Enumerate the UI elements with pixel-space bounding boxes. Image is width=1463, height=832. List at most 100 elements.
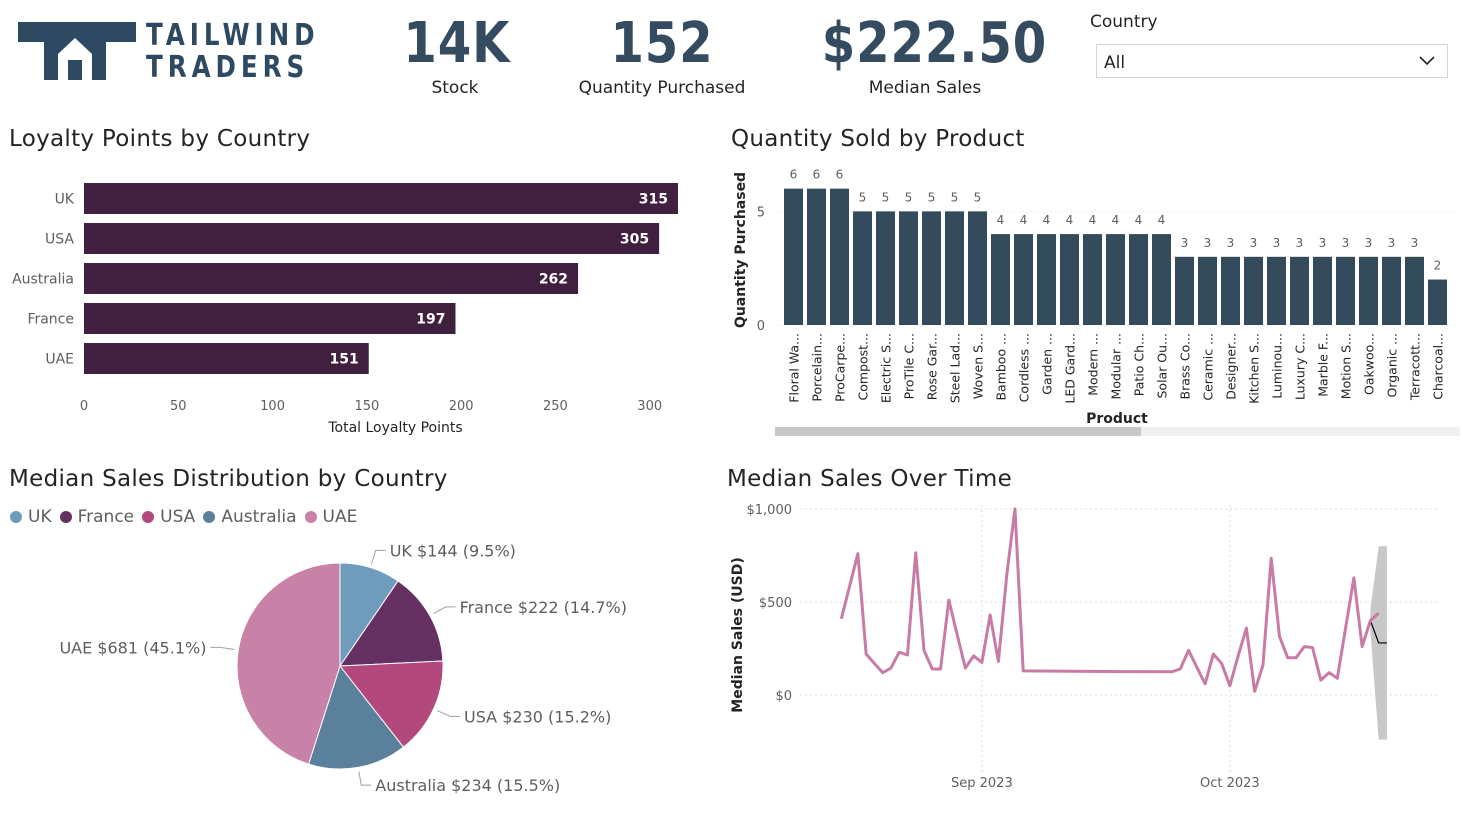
quantity-category-label: Bamboo ... xyxy=(994,333,1009,401)
quantity-scrollbar-thumb[interactable] xyxy=(775,427,1141,436)
quantity-bar[interactable] xyxy=(991,234,1010,325)
loyalty-data-label: 262 xyxy=(539,272,568,288)
kpi-median-value: $222.50 xyxy=(821,11,1048,76)
pie-legend-item[interactable]: USA xyxy=(142,507,195,527)
loyalty-bar[interactable] xyxy=(84,223,660,254)
quantity-data-label: 6 xyxy=(790,168,798,182)
quantity-bar[interactable] xyxy=(1244,256,1263,325)
pie-legend-item[interactable]: Australia xyxy=(203,507,297,527)
quantity-y-axis-title: Quantity Purchased xyxy=(733,172,749,328)
quantity-bar[interactable] xyxy=(899,211,918,325)
quantity-bar[interactable] xyxy=(853,211,872,325)
quantity-bar[interactable] xyxy=(1267,256,1286,325)
quantity-bar[interactable] xyxy=(1382,256,1401,325)
quantity-bar[interactable] xyxy=(1129,234,1148,325)
line-x-tick: Sep 2023 xyxy=(951,776,1013,791)
quantity-data-label: 3 xyxy=(1365,236,1373,250)
pie-legend-label: Australia xyxy=(221,507,297,527)
kpi-stock-value: 14K xyxy=(403,11,511,76)
quantity-bar[interactable] xyxy=(830,188,849,325)
legend-dot-icon xyxy=(203,511,216,523)
quantity-bar[interactable] xyxy=(1359,256,1378,325)
line-y-tick: $1,000 xyxy=(747,503,793,518)
quantity-data-label: 3 xyxy=(1227,236,1235,250)
pie-leader-line xyxy=(371,549,386,564)
quantity-bar[interactable] xyxy=(922,211,941,325)
quantity-category-label: ProCarpe... xyxy=(833,333,848,402)
quantity-y-tick: 0 xyxy=(757,319,765,334)
country-slicer-title: Country xyxy=(1090,12,1158,32)
quantity-data-label: 3 xyxy=(1181,236,1189,250)
quantity-bar[interactable] xyxy=(807,188,826,325)
quantity-bar[interactable] xyxy=(1290,256,1309,325)
loyalty-bar[interactable] xyxy=(84,343,369,374)
quantity-category-label: Brass Co... xyxy=(1178,333,1193,399)
quantity-bar[interactable] xyxy=(784,188,803,325)
quantity-data-label: 3 xyxy=(1296,236,1304,250)
loyalty-category-label: UAE xyxy=(45,352,74,368)
quantity-bar[interactable] xyxy=(1221,256,1240,325)
pie-data-label: UAE $681 (45.1%) xyxy=(59,638,206,657)
quantity-bar[interactable] xyxy=(1060,234,1079,325)
loyalty-bar[interactable] xyxy=(84,183,678,214)
quantity-bar[interactable] xyxy=(968,211,987,325)
quantity-category-label: Modern ... xyxy=(1086,333,1101,396)
quantity-data-label: 3 xyxy=(1342,236,1350,250)
pie-leader-line xyxy=(358,771,372,786)
loyalty-bar[interactable] xyxy=(84,303,456,334)
median-sales-series-line[interactable] xyxy=(839,507,1380,693)
country-dropdown[interactable]: All xyxy=(1096,44,1448,78)
quantity-category-label: Motion S... xyxy=(1339,333,1354,399)
quantity-bar[interactable] xyxy=(1083,234,1102,325)
chevron-down-icon xyxy=(1419,56,1435,66)
quantity-data-label: 4 xyxy=(1112,213,1120,227)
kpi-quantity-purchased: 152 Quantity Purchased xyxy=(572,14,752,99)
quantity-data-label: 4 xyxy=(1135,213,1143,227)
loyalty-bar[interactable] xyxy=(84,263,579,294)
quantity-bar[interactable] xyxy=(945,211,964,325)
quantity-bar[interactable] xyxy=(1014,234,1033,325)
quantity-bar[interactable] xyxy=(1152,234,1171,325)
quantity-category-label: Woven S... xyxy=(971,333,986,399)
quantity-bar[interactable] xyxy=(876,211,895,325)
quantity-bar[interactable] xyxy=(1198,256,1217,325)
kpi-median-sales: $222.50 Median Sales xyxy=(805,11,1048,99)
quantity-bar[interactable] xyxy=(1336,256,1355,325)
quantity-bar[interactable] xyxy=(1313,256,1332,325)
pie-legend-item[interactable]: UK xyxy=(10,507,52,527)
quantity-data-label: 5 xyxy=(882,190,890,204)
quantity-bar[interactable] xyxy=(1175,256,1194,325)
quantity-category-label: Compost... xyxy=(856,333,871,400)
quantity-data-label: 3 xyxy=(1273,236,1281,250)
quantity-bar[interactable] xyxy=(1428,279,1447,325)
quantity-bar[interactable] xyxy=(1405,256,1424,325)
pie-legend-item[interactable]: UAE xyxy=(304,507,357,527)
quantity-bar[interactable] xyxy=(1106,234,1125,325)
quantity-category-label: Electric S... xyxy=(879,333,894,403)
loyalty-category-label: UK xyxy=(55,192,75,208)
legend-dot-icon xyxy=(59,511,72,523)
quantity-data-label: 5 xyxy=(905,190,913,204)
legend-dot-icon xyxy=(304,511,317,523)
kpi-median-label: Median Sales xyxy=(868,78,982,98)
quantity-category-label: Luxury C... xyxy=(1293,333,1308,400)
pie-leader-line xyxy=(210,646,235,650)
line-chart-title: Median Sales Over Time xyxy=(727,466,1013,492)
pie-legend-item[interactable]: France xyxy=(59,507,134,527)
loyalty-x-tick: 250 xyxy=(543,399,568,414)
line-x-tick: Oct 2023 xyxy=(1200,776,1260,791)
pie-data-label: USA $230 (15.2%) xyxy=(464,707,611,726)
quantity-category-label: Garden ... xyxy=(1040,333,1055,395)
loyalty-data-label: 197 xyxy=(416,312,445,328)
quantity-category-label: Solar Ou... xyxy=(1155,333,1170,399)
quantity-bar[interactable] xyxy=(1037,234,1056,325)
loyalty-data-label: 305 xyxy=(620,232,649,248)
quantity-data-label: 5 xyxy=(859,190,867,204)
quantity-category-label: Cordless ... xyxy=(1017,333,1032,402)
pie-data-label: France $222 (14.7%) xyxy=(460,598,627,617)
loyalty-data-label: 315 xyxy=(639,192,668,208)
loyalty-data-label: 151 xyxy=(330,352,359,368)
quantity-data-label: 5 xyxy=(974,190,982,204)
quantity-data-label: 4 xyxy=(1020,213,1028,227)
line-y-tick: $0 xyxy=(775,689,792,704)
